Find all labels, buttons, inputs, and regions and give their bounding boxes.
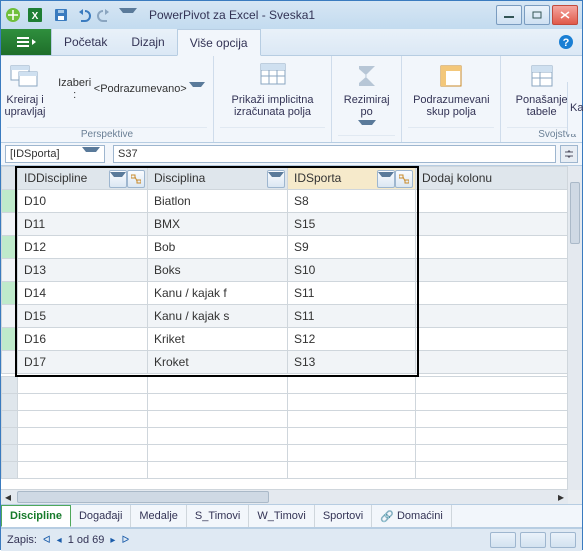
view-data-button[interactable] xyxy=(490,532,516,548)
view-diagram-button[interactable] xyxy=(520,532,546,548)
svg-text:?: ? xyxy=(563,37,570,49)
group-label-perspektive: Perspektive xyxy=(7,127,207,140)
show-implicit-button[interactable]: Prikaži implicitna izračunata polja xyxy=(232,60,314,118)
link-icon: 🔗 xyxy=(380,510,394,523)
ribbon-cutoff-group[interactable]: Kate xyxy=(567,82,582,134)
sigma-icon xyxy=(351,60,383,92)
nav-first-button[interactable]: ᐊ xyxy=(43,535,51,546)
table-row[interactable]: D11BMXS15 xyxy=(2,213,568,236)
default-field-set-button[interactable]: Podrazumevani skup polja xyxy=(413,60,489,118)
summarize-by-button[interactable]: Rezimiraj po xyxy=(344,60,390,135)
close-button[interactable] xyxy=(552,5,578,25)
status-bar: Zapis: ᐊ ◂ 1 od 69 ▸ ᐅ xyxy=(1,528,582,551)
quick-access-toolbar xyxy=(53,7,137,23)
data-grid-area: IDDiscipline Disciplina IDSporta Dodaj k… xyxy=(1,166,582,505)
maximize-button[interactable] xyxy=(524,5,550,25)
table-row[interactable]: D10BiatlonS8 xyxy=(2,190,568,213)
tab-pocetak[interactable]: Početak xyxy=(52,29,119,55)
table-behavior-icon xyxy=(526,60,558,92)
perspective-icon xyxy=(9,60,41,92)
name-box-value: [IDSporta] xyxy=(10,148,82,160)
scroll-right-icon[interactable]: ▸ xyxy=(554,490,568,504)
window-title: PowerPivot za Excel - Sveska1 xyxy=(149,8,496,22)
name-box[interactable]: [IDSporta] xyxy=(5,145,105,163)
corner-cell[interactable] xyxy=(2,167,18,190)
table-row[interactable]: D12BobS9 xyxy=(2,236,568,259)
create-manage-button[interactable]: Kreiraj i upravljaj xyxy=(5,60,46,118)
save-icon[interactable] xyxy=(53,7,69,23)
record-navigator: ᐊ ◂ 1 od 69 ▸ ᐅ xyxy=(43,534,129,546)
formula-bar: [IDSporta] S37 xyxy=(1,143,582,166)
col-header-disciplina[interactable]: Disciplina xyxy=(148,167,288,190)
col-header-add[interactable]: Dodaj kolonu xyxy=(416,167,568,190)
table-row[interactable]: D17KroketS13 xyxy=(2,351,568,374)
vertical-scrollbar[interactable] xyxy=(567,166,582,490)
table-row[interactable]: D15Kanu / kajak sS11 xyxy=(2,305,568,328)
formula-expand-button[interactable] xyxy=(560,145,578,163)
help-button[interactable]: ? xyxy=(550,29,582,55)
table-row[interactable]: D16KriketS12 xyxy=(2,328,568,351)
measure-grid[interactable] xyxy=(1,376,568,479)
nav-last-button[interactable]: ᐅ xyxy=(121,535,129,546)
relation-icon[interactable] xyxy=(395,170,413,188)
summarize-by-label: Rezimiraj po xyxy=(344,94,390,118)
sheet-discipline[interactable]: Discipline xyxy=(1,505,71,527)
filter-dropdown-icon[interactable] xyxy=(109,170,127,188)
filter-dropdown-icon[interactable] xyxy=(267,170,285,188)
formula-input[interactable]: S37 xyxy=(113,145,556,163)
col-header-idsporta[interactable]: IDSporta xyxy=(288,167,416,190)
tab-vise-opcija[interactable]: Više opcija xyxy=(177,29,261,56)
record-label: Zapis: xyxy=(7,534,37,546)
minimize-button[interactable] xyxy=(496,5,522,25)
table-calc-icon xyxy=(257,60,289,92)
sheet-stimovi[interactable]: S_Timovi xyxy=(187,505,249,527)
chevron-down-icon xyxy=(189,82,206,97)
redo-icon[interactable] xyxy=(97,7,113,23)
field-set-icon xyxy=(435,60,467,92)
ribbon-tabs: Početak Dizajn Više opcija ? xyxy=(1,29,582,56)
view-calc-button[interactable] xyxy=(550,532,576,548)
sheet-dogadjaji[interactable]: Događaji xyxy=(71,505,131,527)
col-header-iddiscipline[interactable]: IDDiscipline xyxy=(18,167,148,190)
default-field-set-label: Podrazumevani skup polja xyxy=(413,94,489,118)
file-menu-button[interactable] xyxy=(1,29,52,55)
create-manage-label: Kreiraj i upravljaj xyxy=(5,94,46,118)
table-row[interactable]: D14Kanu / kajak fS11 xyxy=(2,282,568,305)
ribbon: Kreiraj i upravljaj Izaberi : <Podrazume… xyxy=(1,56,582,143)
filter-dropdown-icon[interactable] xyxy=(377,170,395,188)
sheet-domacini[interactable]: 🔗 Domaćini xyxy=(372,505,452,527)
chevron-down-icon xyxy=(358,120,376,135)
table-behavior-label: Ponašanje tabele xyxy=(516,94,568,118)
record-position: 1 od 69 xyxy=(68,534,105,546)
excel-icon: X xyxy=(27,7,43,23)
qat-dropdown-icon[interactable] xyxy=(119,8,137,23)
nav-next-button[interactable]: ▸ xyxy=(110,535,115,546)
tab-dizajn[interactable]: Dizajn xyxy=(119,29,176,55)
sheet-sportovi[interactable]: Sportovi xyxy=(315,505,372,527)
relation-icon[interactable] xyxy=(127,170,145,188)
nav-prev-button[interactable]: ◂ xyxy=(57,535,62,546)
group-label-svojstva: Svojstva xyxy=(507,127,576,140)
scroll-left-icon[interactable]: ◂ xyxy=(1,490,15,504)
sheet-wtimovi[interactable]: W_Timovi xyxy=(249,505,314,527)
app-icon xyxy=(5,7,21,23)
data-grid[interactable]: IDDiscipline Disciplina IDSporta Dodaj k… xyxy=(1,166,568,490)
show-implicit-label: Prikaži implicitna izračunata polja xyxy=(232,94,314,118)
chevron-down-icon xyxy=(82,147,100,162)
sheet-tabs: Discipline Događaji Medalje S_Timovi W_T… xyxy=(1,505,582,528)
izaberi-label: Izaberi : xyxy=(58,77,92,101)
formula-value: S37 xyxy=(118,148,138,160)
izaberi-value: <Podrazumevano> xyxy=(94,83,187,95)
title-bar: X PowerPivot za Excel - Sveska1 xyxy=(1,1,582,29)
horizontal-scrollbar[interactable]: ◂ ▸ xyxy=(1,489,568,504)
table-row[interactable]: D13BoksS10 xyxy=(2,259,568,282)
svg-text:X: X xyxy=(32,11,39,22)
header-row: IDDiscipline Disciplina IDSporta Dodaj k… xyxy=(2,167,568,190)
sheet-medalje[interactable]: Medalje xyxy=(131,505,187,527)
perspective-select[interactable]: Izaberi : <Podrazumevano> xyxy=(54,60,210,118)
app-window: X PowerPivot za Excel - Sveska1 Početak … xyxy=(0,0,583,550)
table-behavior-button[interactable]: Ponašanje tabele xyxy=(516,60,568,118)
undo-icon[interactable] xyxy=(75,7,91,23)
